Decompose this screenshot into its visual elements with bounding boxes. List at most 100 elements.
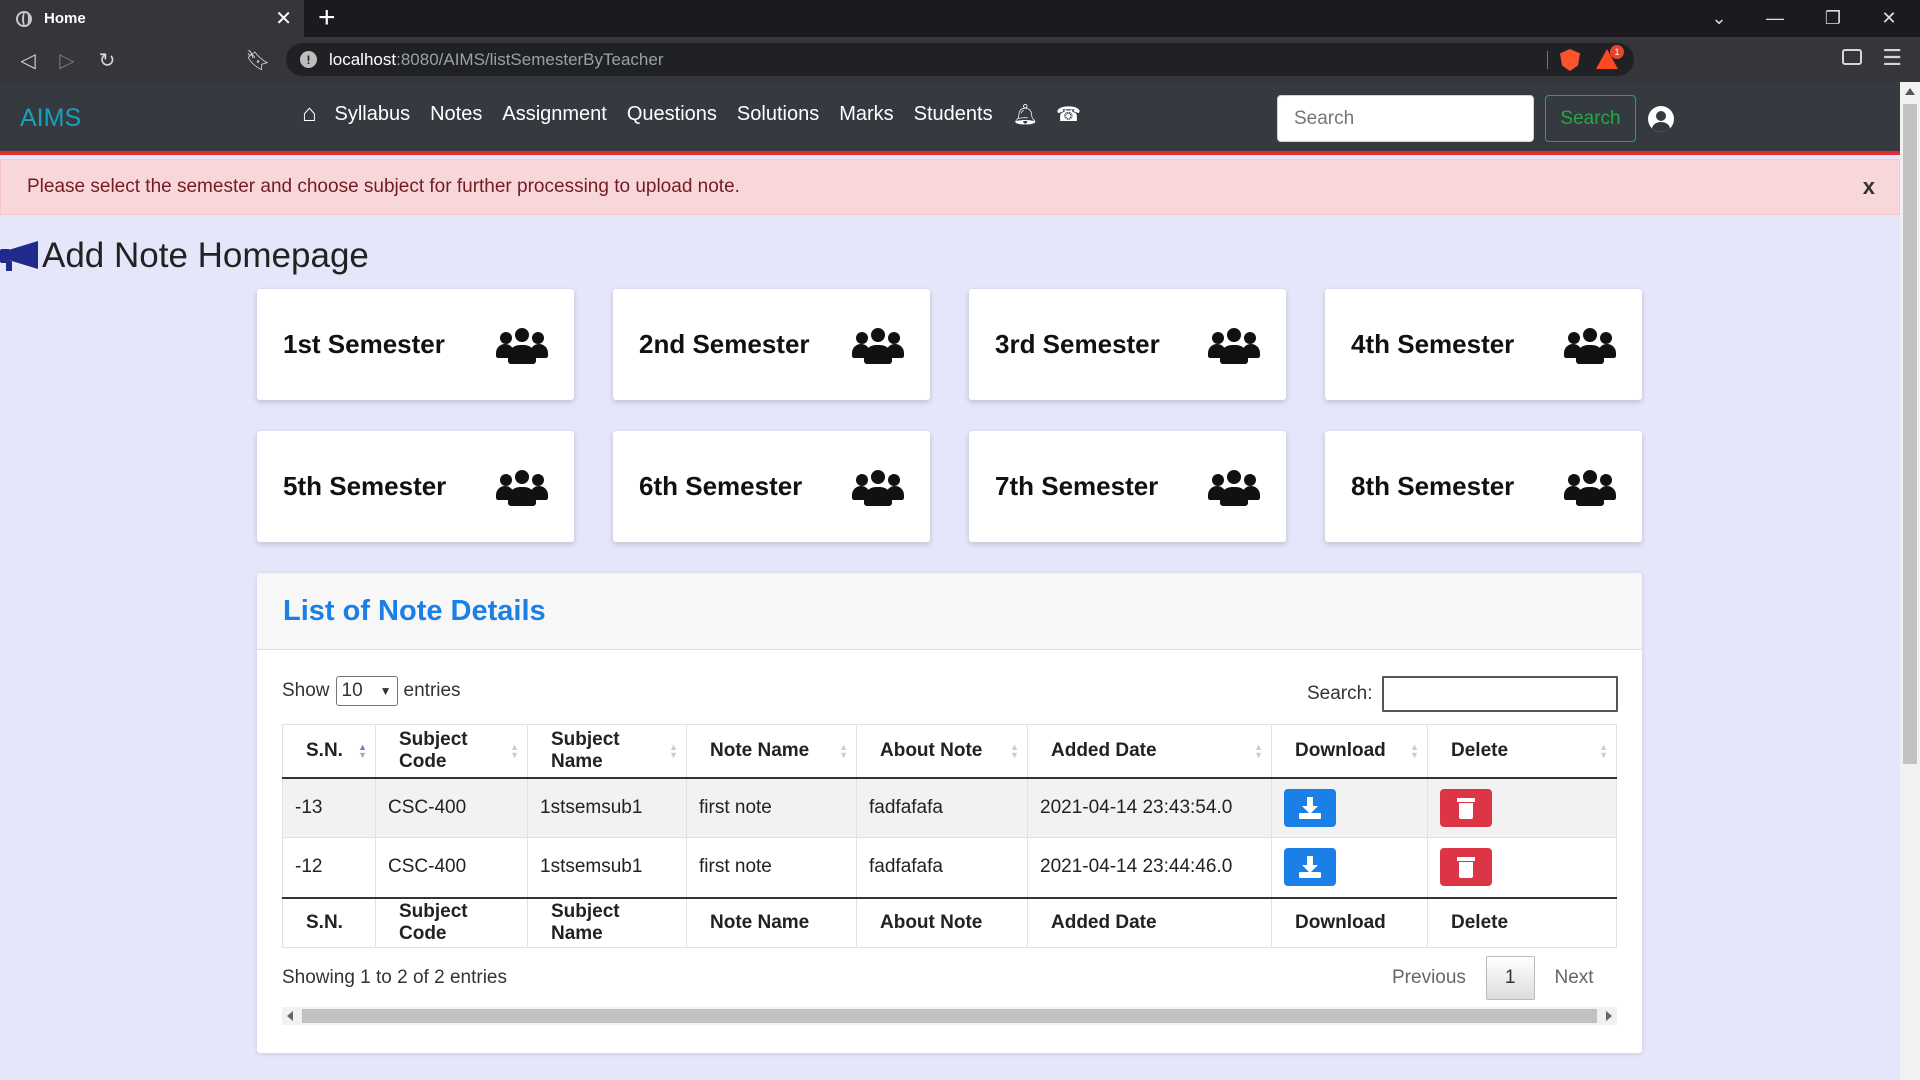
- column-header-download[interactable]: Download ▲ ▼: [1271, 724, 1428, 779]
- scroll-right-arrow-icon[interactable]: [1606, 1011, 1612, 1021]
- home-icon[interactable]: ⌂: [302, 100, 317, 128]
- next-page-button[interactable]: Next: [1535, 957, 1614, 999]
- reload-icon[interactable]: ↻: [92, 45, 122, 75]
- table-horizontal-scrollbar[interactable]: [282, 1007, 1617, 1025]
- cell-delete: [1427, 777, 1617, 838]
- new-tab-button[interactable]: +: [318, 2, 336, 34]
- horizontal-scrollbar-thumb[interactable]: [302, 1009, 1597, 1023]
- sort-icon: ▲ ▼: [839, 742, 848, 760]
- entries-label: entries: [403, 680, 461, 701]
- nav-search-button[interactable]: Search: [1545, 95, 1636, 142]
- users-icon: [496, 325, 548, 364]
- trash-icon: [1457, 797, 1475, 819]
- delete-button[interactable]: [1440, 788, 1492, 827]
- column-header-about-note[interactable]: About Note ▲ ▼: [856, 724, 1028, 779]
- page-title: Add Note Homepage: [0, 236, 369, 276]
- page-1-button[interactable]: 1: [1485, 956, 1535, 1000]
- trash-icon: [1457, 856, 1475, 879]
- footer-subject-name: Subject Name: [527, 896, 687, 948]
- semester-card-6[interactable]: 6th Semester: [613, 431, 930, 542]
- footer-added-date: Added Date: [1027, 896, 1272, 948]
- previous-page-button[interactable]: Previous: [1372, 957, 1486, 999]
- footer-download: Download: [1271, 896, 1428, 948]
- brave-shield-icon[interactable]: [1560, 49, 1580, 71]
- download-button[interactable]: [1284, 788, 1336, 827]
- browser-menu-icon[interactable]: ☰: [1882, 45, 1902, 71]
- semester-label: 5th Semester: [283, 471, 447, 501]
- semester-card-7[interactable]: 7th Semester: [969, 431, 1286, 542]
- bookmark-icon[interactable]: 🔖︎: [243, 45, 273, 75]
- nav-syllabus[interactable]: Syllabus: [335, 103, 411, 126]
- cell-subject-code: CSC-400: [375, 837, 528, 898]
- download-icon: [1299, 856, 1321, 879]
- site-info-icon[interactable]: !: [300, 51, 317, 68]
- users-icon: [852, 325, 904, 364]
- column-header-sn[interactable]: S.N. ▲ ▼: [282, 724, 376, 779]
- nav-notes[interactable]: Notes: [430, 103, 482, 126]
- table-search-label: Search:: [1307, 683, 1373, 704]
- alert-close-button[interactable]: x: [1863, 174, 1875, 200]
- download-icon: [1299, 796, 1321, 819]
- scroll-left-arrow-icon[interactable]: [287, 1011, 293, 1021]
- table-row: -13 CSC-400 1stsemsub1 first note fadfaf…: [282, 777, 1617, 838]
- column-header-added-date[interactable]: Added Date ▲ ▼: [1027, 724, 1272, 779]
- cell-sn: -12: [282, 837, 376, 898]
- sort-icon: ▲ ▼: [669, 742, 678, 760]
- sort-icon: ▲ ▼: [358, 742, 367, 760]
- nav-marks[interactable]: Marks: [839, 103, 893, 126]
- semester-card-1[interactable]: 1st Semester: [257, 289, 574, 400]
- cell-about-note: fadfafafa: [856, 837, 1028, 898]
- panel-header: List of Note Details: [257, 573, 1642, 650]
- semester-card-4[interactable]: 4th Semester: [1325, 289, 1642, 400]
- forward-icon[interactable]: ▷: [52, 45, 82, 75]
- tab-close-icon[interactable]: ✕: [275, 6, 292, 31]
- footer-sn: S.N.: [282, 896, 376, 948]
- tab-search-chevron-icon[interactable]: ⌄: [1696, 0, 1742, 37]
- semester-card-8[interactable]: 8th Semester: [1325, 431, 1642, 542]
- cell-download: [1271, 777, 1428, 838]
- user-account-icon[interactable]: [1648, 106, 1674, 132]
- bell-icon[interactable]: 🔔︎: [1013, 102, 1038, 127]
- semester-card-2[interactable]: 2nd Semester: [613, 289, 930, 400]
- scrollbar-thumb[interactable]: [1903, 104, 1917, 764]
- alert-message: Please select the semester and choose su…: [27, 176, 740, 197]
- column-header-delete[interactable]: Delete ▲ ▼: [1427, 724, 1617, 779]
- column-header-subject-code[interactable]: Subject Code ▲ ▼: [375, 724, 528, 779]
- cell-about-note: fadfafafa: [856, 777, 1028, 838]
- cell-delete: [1427, 837, 1617, 898]
- restore-icon[interactable]: ❐: [1810, 0, 1856, 37]
- scroll-up-arrow-icon[interactable]: [1905, 88, 1915, 95]
- column-header-subject-name[interactable]: Subject Name ▲ ▼: [527, 724, 687, 779]
- back-icon[interactable]: ◁: [13, 45, 43, 75]
- page-length-control: Show 10 ▼ entries: [282, 676, 461, 706]
- semester-card-5[interactable]: 5th Semester: [257, 431, 574, 542]
- nav-students[interactable]: Students: [914, 103, 993, 126]
- page-scrollbar[interactable]: [1900, 82, 1920, 1080]
- page-length-value: 10: [341, 680, 363, 701]
- page-length-select[interactable]: 10 ▼: [335, 676, 398, 706]
- nav-search-input[interactable]: [1277, 95, 1534, 142]
- table-search-input[interactable]: [1382, 676, 1619, 712]
- window-close-icon[interactable]: ✕: [1866, 0, 1912, 37]
- wallet-icon[interactable]: [1842, 49, 1862, 65]
- delete-button[interactable]: [1440, 848, 1492, 887]
- semester-label: 7th Semester: [995, 471, 1159, 501]
- tab-title: Home: [44, 10, 86, 27]
- browser-tab[interactable]: Home ✕: [0, 0, 304, 37]
- rewards-badge: 1: [1610, 45, 1624, 59]
- users-icon: [1564, 325, 1616, 364]
- column-header-note-name[interactable]: Note Name ▲ ▼: [686, 724, 857, 779]
- brand-logo[interactable]: AIMS: [20, 104, 81, 133]
- chevron-down-icon: ▼: [379, 684, 392, 698]
- cell-download: [1271, 837, 1428, 898]
- download-button[interactable]: [1284, 848, 1336, 887]
- semester-card-3[interactable]: 3rd Semester: [969, 289, 1286, 400]
- nav-questions[interactable]: Questions: [627, 103, 717, 126]
- minimize-icon[interactable]: —: [1752, 0, 1798, 37]
- nav-solutions[interactable]: Solutions: [737, 103, 819, 126]
- semester-label: 8th Semester: [1351, 471, 1515, 501]
- footer-delete: Delete: [1427, 896, 1617, 948]
- address-bar[interactable]: ! localhost:8080/AIMS/listSemesterByTeac…: [286, 43, 1634, 76]
- phone-icon[interactable]: ☎: [1056, 102, 1081, 127]
- nav-assignment[interactable]: Assignment: [502, 103, 607, 126]
